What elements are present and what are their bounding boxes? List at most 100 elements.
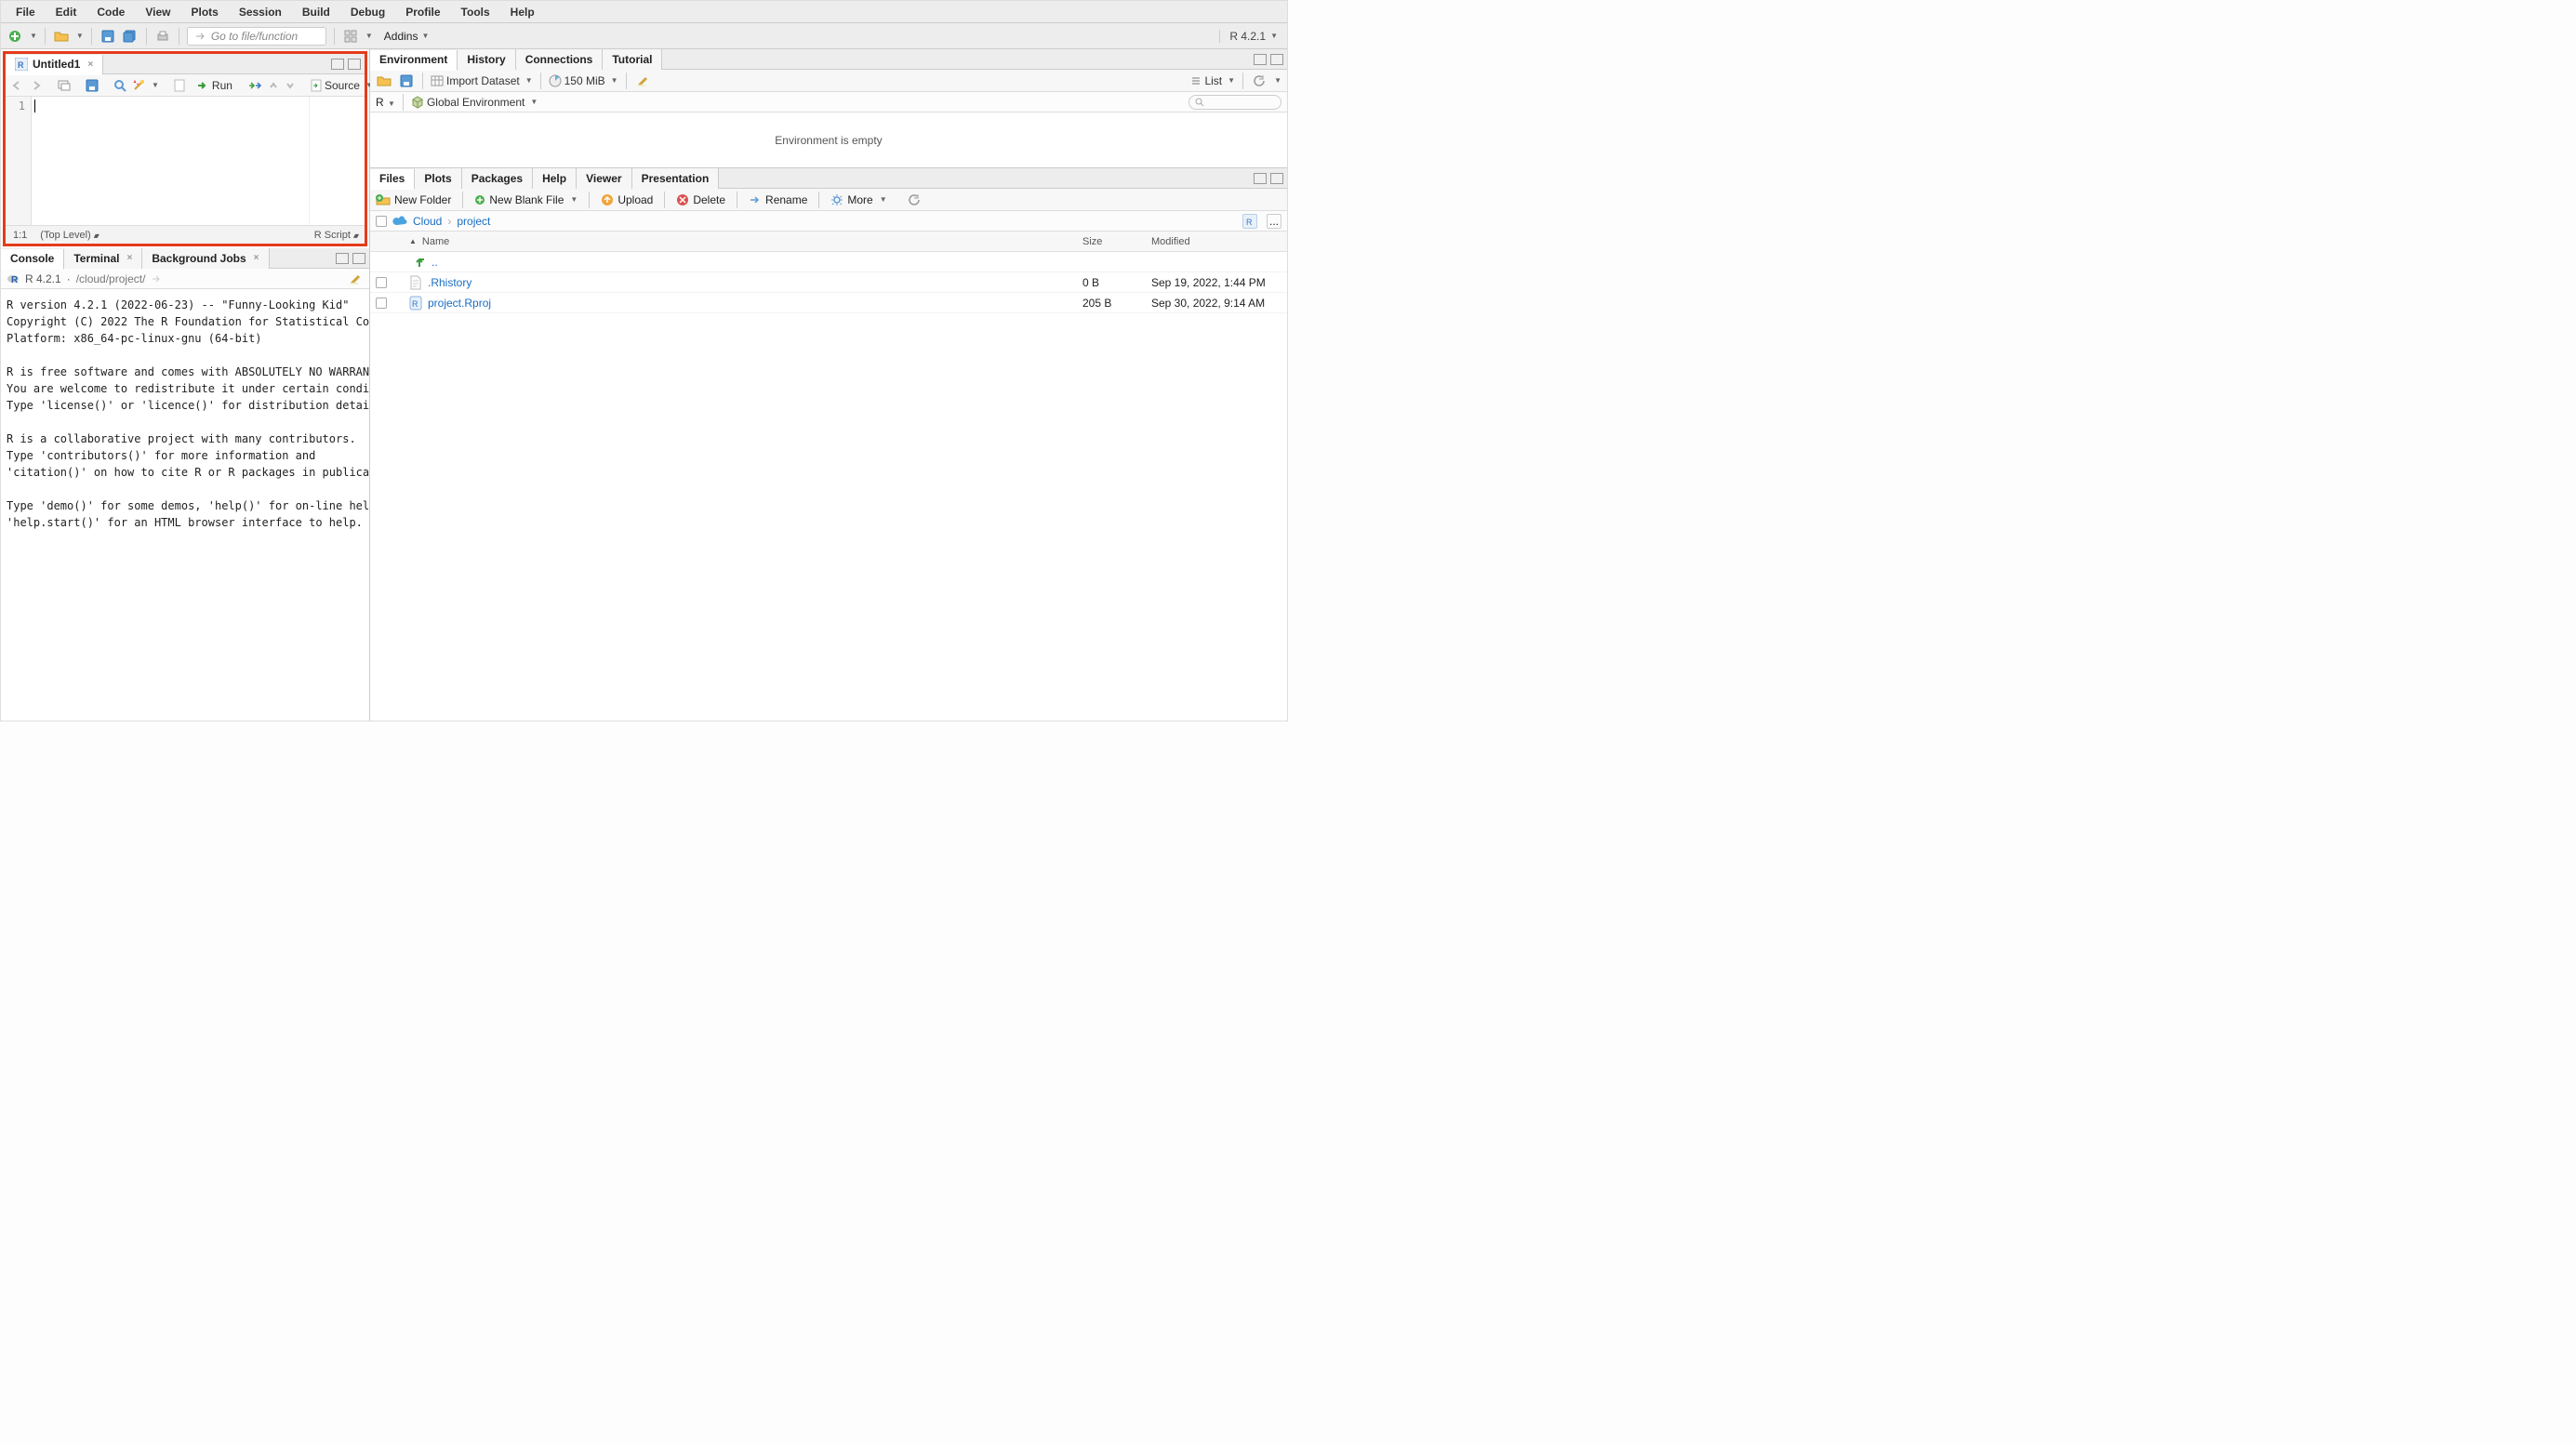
close-tab-icon[interactable]: × [126, 253, 132, 263]
close-tab-icon[interactable]: × [254, 253, 259, 263]
refresh-icon[interactable] [1251, 73, 1268, 89]
run-button[interactable]: Run [196, 79, 232, 92]
source-button[interactable]: Source▼ [311, 79, 373, 92]
r-project-icon[interactable]: R [1242, 214, 1257, 229]
tab-environment[interactable]: Environment [370, 50, 458, 71]
menu-profile[interactable]: Profile [396, 3, 449, 21]
col-header-modified[interactable]: Modified [1148, 232, 1287, 251]
dropdown-icon[interactable]: ▼ [1274, 76, 1281, 85]
source-tab-untitled1[interactable]: R Untitled1 × [6, 55, 103, 75]
tab-help[interactable]: Help [533, 168, 577, 189]
save-all-icon[interactable] [122, 28, 139, 45]
maximize-pane-icon[interactable] [352, 253, 365, 264]
file-name-link[interactable]: project.Rproj [428, 297, 491, 310]
console-output[interactable]: R version 4.2.1 (2022-06-23) -- "Funny-L… [1, 289, 369, 721]
open-file-icon[interactable] [53, 28, 70, 45]
load-workspace-icon[interactable] [376, 73, 392, 89]
dropdown-icon[interactable]: ▼ [152, 81, 159, 89]
env-scope-selector[interactable]: Global Environment▼ [411, 96, 538, 109]
delete-button[interactable]: Delete [676, 193, 725, 206]
file-checkbox[interactable] [376, 277, 387, 288]
new-blank-file-button[interactable]: New Blank File▼ [474, 193, 578, 206]
workspace-panes-icon[interactable] [342, 28, 359, 45]
console-working-dir[interactable]: /cloud/project/ [76, 272, 146, 285]
col-header-name[interactable]: ▲Name [392, 232, 1082, 251]
file-type-selector[interactable]: R Script ▴▾ [314, 230, 357, 241]
dropdown-icon[interactable]: ▼ [30, 32, 37, 40]
new-file-icon[interactable] [7, 28, 23, 45]
compile-report-icon[interactable] [174, 77, 185, 94]
goto-dir-icon[interactable] [151, 273, 162, 285]
menu-help[interactable]: Help [501, 3, 544, 21]
r-version-selector[interactable]: R 4.2.1▼ [1219, 30, 1278, 43]
save-icon[interactable] [100, 28, 116, 45]
files-path-menu[interactable]: ... [1267, 214, 1281, 229]
memory-usage-button[interactable]: 150 MiB▼ [549, 74, 618, 87]
menu-session[interactable]: Session [230, 3, 291, 21]
forward-icon[interactable] [30, 77, 43, 94]
maximize-pane-icon[interactable] [1270, 54, 1283, 65]
print-icon[interactable] [154, 28, 171, 45]
tab-history[interactable]: History [458, 49, 515, 70]
env-language-selector[interactable]: R ▼ [376, 96, 395, 109]
rerun-icon[interactable] [247, 77, 262, 94]
close-tab-icon[interactable]: × [87, 60, 93, 70]
file-row-up[interactable]: .. [370, 252, 1287, 272]
env-view-mode[interactable]: List▼ [1190, 74, 1235, 87]
scope-selector[interactable]: (Top Level) ▴▾ [40, 230, 98, 241]
breadcrumb-project[interactable]: project [457, 215, 490, 228]
addins-button[interactable]: Addins ▼ [384, 30, 430, 43]
clear-objects-icon[interactable] [634, 73, 651, 89]
show-in-new-window-icon[interactable] [58, 77, 71, 94]
env-search[interactable] [1188, 95, 1281, 110]
minimize-pane-icon[interactable] [1254, 54, 1267, 65]
tab-packages[interactable]: Packages [462, 168, 533, 189]
tab-console[interactable]: Console [1, 249, 64, 270]
code-editor[interactable]: 1 [6, 97, 365, 225]
tab-connections[interactable]: Connections [516, 49, 604, 70]
code-tools-icon[interactable] [132, 77, 145, 94]
menu-tools[interactable]: Tools [452, 3, 499, 21]
minimize-pane-icon[interactable] [1254, 173, 1267, 184]
back-icon[interactable] [11, 77, 24, 94]
go-to-next-section-icon[interactable] [285, 77, 296, 94]
new-folder-button[interactable]: New Folder [376, 193, 451, 206]
dropdown-icon[interactable]: ▼ [76, 32, 84, 40]
tab-plots[interactable]: Plots [415, 168, 461, 189]
menu-code[interactable]: Code [87, 3, 134, 21]
refresh-icon[interactable] [906, 192, 923, 208]
menu-file[interactable]: File [7, 3, 45, 21]
find-replace-icon[interactable] [113, 77, 126, 94]
minimize-pane-icon[interactable] [336, 253, 349, 264]
col-header-size[interactable]: Size [1082, 232, 1148, 251]
clear-console-icon[interactable] [347, 271, 364, 287]
menu-debug[interactable]: Debug [341, 3, 394, 21]
rename-button[interactable]: Rename [749, 193, 807, 206]
import-dataset-button[interactable]: Import Dataset▼ [431, 74, 533, 87]
menu-view[interactable]: View [136, 3, 179, 21]
more-button[interactable]: More▼ [830, 193, 886, 206]
maximize-pane-icon[interactable] [348, 59, 361, 70]
tab-background-jobs[interactable]: Background Jobs× [142, 248, 269, 269]
save-icon[interactable] [86, 77, 99, 94]
upload-button[interactable]: Upload [601, 193, 653, 206]
tab-tutorial[interactable]: Tutorial [603, 49, 662, 70]
tab-files[interactable]: Files [370, 169, 415, 190]
breadcrumb-cloud[interactable]: Cloud [413, 215, 442, 228]
menu-plots[interactable]: Plots [181, 3, 227, 21]
maximize-pane-icon[interactable] [1270, 173, 1283, 184]
go-to-prev-section-icon[interactable] [268, 77, 279, 94]
tab-terminal[interactable]: Terminal× [64, 248, 142, 269]
line-gutter: 1 [6, 97, 32, 225]
goto-file-function[interactable]: Go to file/function [187, 27, 326, 46]
save-workspace-icon[interactable] [398, 73, 415, 89]
minimize-pane-icon[interactable] [331, 59, 344, 70]
tab-viewer[interactable]: Viewer [577, 168, 631, 189]
tab-presentation[interactable]: Presentation [632, 168, 720, 189]
file-checkbox[interactable] [376, 298, 387, 309]
dropdown-icon[interactable]: ▼ [365, 32, 373, 40]
select-all-checkbox[interactable] [376, 216, 387, 227]
menu-build[interactable]: Build [293, 3, 339, 21]
menu-edit[interactable]: Edit [46, 3, 86, 21]
file-name-link[interactable]: .Rhistory [428, 276, 471, 289]
